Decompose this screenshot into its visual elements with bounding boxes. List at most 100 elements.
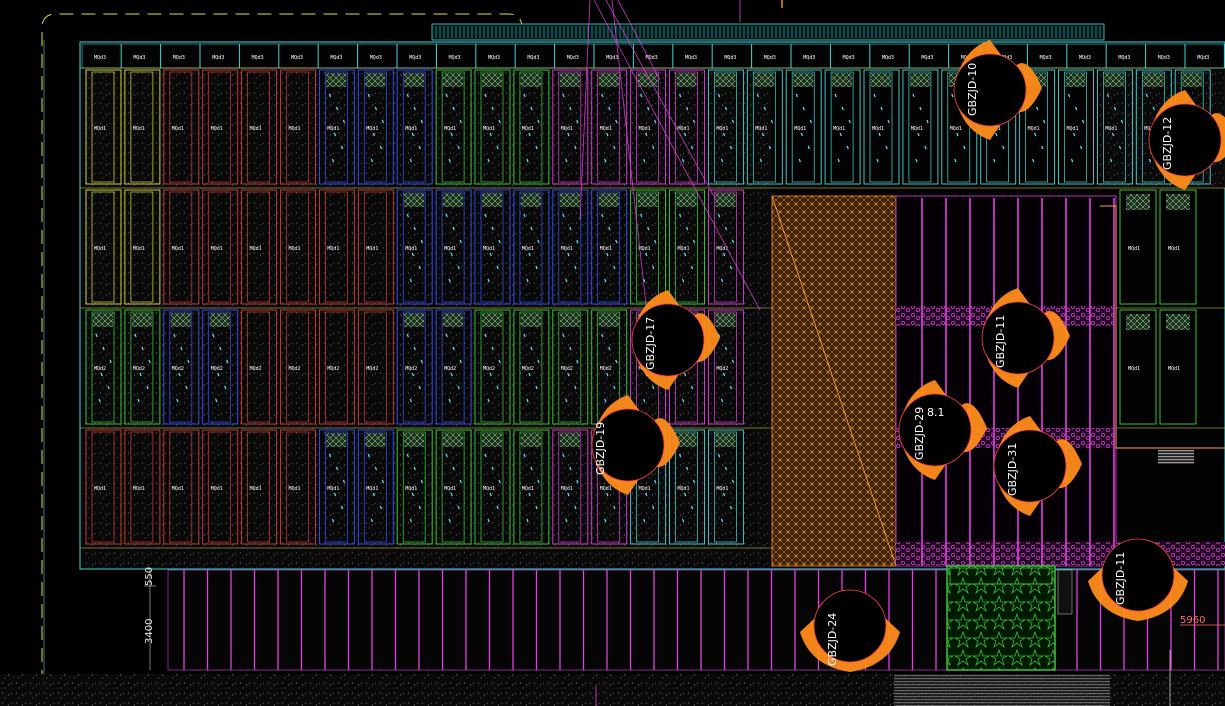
cell-label: MQd2 [172,366,184,372]
cell-label: MQd1 [366,126,378,132]
cell-label: MQd2 [444,366,456,372]
cell-label: MQd1 [1067,126,1079,132]
cell-label: MQd1 [561,486,573,492]
cell-label: MQd1 [522,246,534,252]
cell-label: MQd1 [250,246,262,252]
dim-left-bottom: 3400 [144,619,155,644]
cell-label: MQd1 [600,246,612,252]
cell-label: MQd1 [172,486,184,492]
cell-label: MQd1 [872,126,884,132]
cell-label: MQd2 [250,366,262,372]
label-text: MQd3 [1079,55,1091,61]
label-text: MQd3 [882,55,894,61]
cell-label: MQd1 [405,486,417,492]
dim-left-top: 550 [144,567,155,586]
cell-label: MQd1 [1168,366,1180,372]
cell-label: MQd1 [1128,246,1140,252]
cell-label: MQd1 [94,126,106,132]
label-text: MQd3 [803,55,815,61]
label-text: MQd3 [449,55,461,61]
symbol-label-h: GBZJD-24 [826,613,839,666]
cell-label: MQd1 [639,486,651,492]
cell-label: MQd1 [561,126,573,132]
cell-label: MQd1 [678,246,690,252]
label-text: MQd3 [843,55,855,61]
cell-label: MQd1 [366,246,378,252]
label-text: MQd3 [488,55,500,61]
cell-label: MQd1 [522,126,534,132]
cell-label: MQd1 [794,126,806,132]
cell-label: MQd1 [678,126,690,132]
cell-label: MQd1 [289,246,301,252]
label-text: MQd3 [685,55,697,61]
symbol-label-g: GBZJD-31 [1006,443,1019,496]
label-text: MQd3 [370,55,382,61]
cell-label: MQd1 [639,126,651,132]
cell-label: MQd1 [444,126,456,132]
symbol-label-a: GBZJD-10 [966,63,979,116]
cell-label: MQd1 [133,486,145,492]
cell-label: MQd1 [94,246,106,252]
label-text: MQd3 [94,55,106,61]
cell-label: MQd1 [444,486,456,492]
cell-label: MQd1 [172,126,184,132]
cell-label: MQd2 [366,366,378,372]
label-text: MQd3 [1040,55,1052,61]
label-text: MQd3 [527,55,539,61]
label-text: MQd3 [764,55,776,61]
label-text: MQd3 [291,55,303,61]
cell-label: MQd1 [755,126,767,132]
label-text: MQd3 [1118,55,1130,61]
label-text: MQd3 [567,55,579,61]
cell-label: MQd1 [289,486,301,492]
cell-label: MQd2 [522,366,534,372]
cell-label: MQd2 [561,366,573,372]
cell-label: MQd2 [600,366,612,372]
cell-label: MQd1 [716,126,728,132]
cell-label: MQd1 [133,246,145,252]
cell-label: MQd2 [483,366,495,372]
cell-label: MQd1 [483,486,495,492]
label-text: MQd3 [252,55,264,61]
label-text: MQd3 [212,55,224,61]
cell-label: MQd1 [250,486,262,492]
label-text: MQd3 [173,55,185,61]
cell-label: MQd2 [289,366,301,372]
symbol-label-d: GBZJD-19 [594,422,607,475]
cell-label: MQd1 [911,126,923,132]
cell-label: MQd1 [366,486,378,492]
cell-label: MQd2 [327,366,339,372]
bottom-strip [0,565,1225,706]
symbol-label-e: GBZJD-11 [994,315,1007,368]
cell-label: MQd1 [600,126,612,132]
cell-label: MQd2 [716,366,728,372]
cell-label: MQd1 [716,246,728,252]
cell-label: MQd1 [250,126,262,132]
cell-label: MQd1 [211,246,223,252]
cell-label: MQd1 [716,486,728,492]
label-text: MQd3 [330,55,342,61]
symbol-label-b: GBZJD-12 [1161,117,1174,170]
symbol-label-i: GBZJD-11 [1114,552,1127,605]
cell-label: MQd1 [133,126,145,132]
cell-label: MQd1 [211,486,223,492]
cell-label: MQd1 [483,126,495,132]
symbol-label-f: GBZJD-29 [913,407,926,460]
cell-label: MQd2 [133,366,145,372]
cell-label: MQd1 [405,126,417,132]
label-text: MQd3 [1197,55,1209,61]
cell-label: MQd1 [678,486,690,492]
cell-label: MQd1 [172,246,184,252]
cell-label: MQd1 [950,126,962,132]
symbol-subtext-f: 8.1 [927,406,945,419]
cell-label: MQd1 [1105,126,1117,132]
label-text: MQd3 [133,55,145,61]
cell-label: MQd1 [1168,246,1180,252]
cell-label: MQd2 [94,366,106,372]
cell-label: MQd1 [289,126,301,132]
top-grating [431,23,1105,41]
cell-label: MQd1 [211,126,223,132]
cell-label: MQd1 [327,486,339,492]
cell-label: MQd1 [483,246,495,252]
cad-drawing: MQd3 MQd3 MQd3 MQd3 MQd3 MQd3 MQd3 MQd3 MQd3 MQd3… [0,0,1225,706]
